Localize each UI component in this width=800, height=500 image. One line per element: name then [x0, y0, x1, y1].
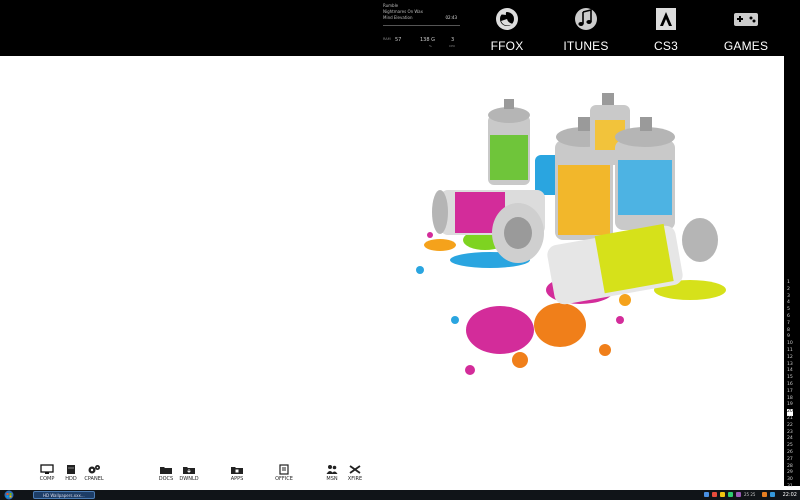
- desktop-icon-docs-label: DOCS: [158, 476, 174, 482]
- itunes-music-icon: [575, 8, 597, 30]
- firefox-icon: [496, 8, 518, 30]
- spray-can-green: [488, 99, 530, 185]
- gamepad-icon: [734, 13, 758, 26]
- cpu-sub: CPU: [449, 44, 456, 48]
- calendar-day[interactable]: 16: [787, 382, 793, 389]
- folder-download-icon: [183, 467, 195, 474]
- calendar-day[interactable]: 22: [787, 423, 793, 430]
- msn-people-icon: [326, 465, 338, 474]
- calendar-day[interactable]: 5: [787, 307, 793, 314]
- launcher-itunes-label: ITUNES: [563, 39, 609, 53]
- calendar-day[interactable]: 26: [787, 450, 793, 457]
- taskbar-task-button[interactable]: HD Wallpapers.xxx...: [33, 491, 95, 499]
- launcher-firefox[interactable]: FFOX: [472, 6, 542, 53]
- desktop-icon-dwnld-label: DWNLD: [179, 476, 199, 482]
- now-playing-time: 02:43: [445, 15, 457, 20]
- tray-security-icon[interactable]: [712, 492, 717, 497]
- desktop-icon-hdd-label: HDD: [65, 476, 77, 482]
- system-tray: 25 25 22:02: [700, 490, 800, 500]
- ram-label: RAM: [383, 37, 391, 41]
- calendar-day[interactable]: 12: [787, 355, 793, 362]
- tray-messenger-icon[interactable]: [770, 492, 775, 497]
- desktop-icon-msn-label: MSN: [326, 476, 338, 482]
- spray-can-top-view: [492, 203, 544, 263]
- hard-drive-icon: [67, 465, 75, 474]
- tray-update-icon[interactable]: [720, 492, 725, 497]
- calendar-days: 1 2 3 4 5 6 7 8 9 10 11 12 13 14 15 16 17 18 19 20 21 22 23 24 2…: [787, 280, 793, 491]
- launcher-games[interactable]: GAMES: [711, 6, 781, 53]
- disk-value: 138 G: [420, 37, 436, 43]
- calendar-day[interactable]: 27: [787, 457, 793, 464]
- calendar-day[interactable]: 21: [787, 416, 793, 423]
- desktop-icon-office-label: OFFICE: [275, 476, 293, 482]
- calendar-day[interactable]: 10: [787, 341, 793, 348]
- calendar-day[interactable]: 17: [787, 389, 793, 396]
- desktop-icon-cpanel[interactable]: CPANEL: [80, 464, 108, 482]
- gears-icon: [88, 465, 100, 474]
- desktop-icon-apps[interactable]: APPS: [223, 464, 251, 482]
- calendar-day[interactable]: 30: [787, 477, 793, 484]
- ram-value: 57: [395, 37, 402, 43]
- xfire-icon: [349, 465, 361, 474]
- now-playing-divider: [383, 25, 460, 26]
- start-button[interactable]: [3, 490, 15, 500]
- calendar-day[interactable]: 15: [787, 375, 793, 382]
- calendar-sidebar: 1 2 3 4 5 6 7 8 9 10 11 12 13 14 15 16 17 18 19 20 21 22 23 24 2…: [784, 56, 800, 489]
- desktop-icon-cpanel-label: CPANEL: [84, 476, 104, 482]
- launcher-games-label: GAMES: [723, 39, 769, 53]
- monitor-icon: [40, 464, 54, 474]
- folder-apps-icon: [231, 467, 243, 474]
- desktop-icon-comp-label: COMP: [39, 476, 55, 482]
- tray-app-icon[interactable]: [728, 492, 733, 497]
- calendar-day[interactable]: 6: [787, 314, 793, 321]
- calendar-day[interactable]: 1: [787, 280, 793, 287]
- launcher-cs3-label: CS3: [654, 39, 678, 53]
- desktop-icon-office[interactable]: OFFICE: [270, 464, 298, 482]
- desktop-icon-row: COMP HDD CPANEL DOCS DWNLD APPS OFFICE M…: [0, 464, 780, 490]
- desktop-icon-xfire-label: XFIRE: [347, 476, 363, 482]
- taskbar-task-label: HD Wallpapers.xxx...: [43, 493, 85, 498]
- calendar-day[interactable]: 25: [787, 443, 793, 450]
- spray-can-cyan: [615, 117, 675, 230]
- spray-paint-cans-wallpaper: [416, 93, 726, 375]
- top-dock-bar: Rumble Nightmares On Wax Mind Elevation …: [0, 0, 800, 56]
- office-document-icon: [279, 464, 289, 475]
- desktop-icon-apps-label: APPS: [230, 476, 244, 482]
- calendar-day[interactable]: 7: [787, 321, 793, 328]
- desktop-icon-dwnld[interactable]: DWNLD: [175, 464, 203, 482]
- desktop-icon-xfire[interactable]: XFIRE: [341, 464, 369, 482]
- taskbar-clock: 22:02: [782, 492, 797, 498]
- calendar-day[interactable]: 2: [787, 287, 793, 294]
- launcher-cs3[interactable]: CS3: [631, 6, 701, 53]
- tray-misc-icon[interactable]: [762, 492, 767, 497]
- taskbar: HD Wallpapers.xxx... 25 25 22:02: [0, 490, 800, 500]
- folder-icon: [160, 467, 172, 474]
- calendar-day[interactable]: 11: [787, 348, 793, 355]
- calendar-day[interactable]: 20: [787, 409, 793, 416]
- disk-sub: %: [429, 44, 432, 48]
- cpu-value: 3: [451, 37, 455, 43]
- now-playing-widget: Rumble Nightmares On Wax Mind Elevation …: [383, 3, 463, 26]
- tray-volume-icon[interactable]: [736, 492, 741, 497]
- tray-network-icon[interactable]: [704, 492, 709, 497]
- launcher-firefox-label: FFOX: [490, 39, 524, 53]
- launcher-itunes[interactable]: ITUNES: [551, 6, 621, 53]
- adobe-icon: [656, 8, 676, 30]
- tray-status-text: 25 25: [744, 492, 756, 497]
